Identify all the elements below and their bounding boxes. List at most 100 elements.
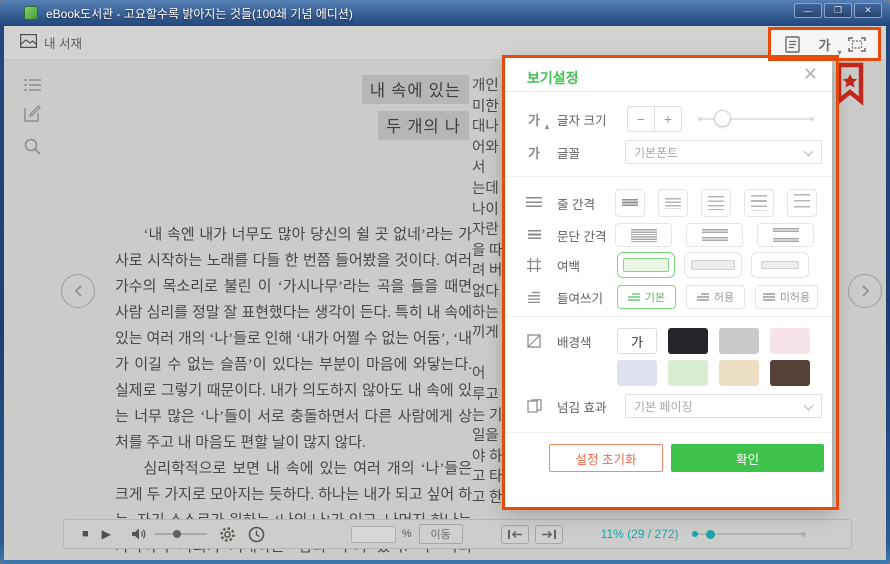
library-icon — [20, 34, 37, 51]
view-settings-icon[interactable]: 가▾ — [814, 33, 836, 55]
line-spacing-icon — [525, 197, 543, 210]
divider — [505, 432, 832, 433]
line-spacing-option-2[interactable] — [658, 189, 688, 217]
paragraph-spacing-option-2[interactable] — [686, 223, 743, 247]
background-swatch-7[interactable] — [719, 360, 759, 386]
next-page-button[interactable] — [848, 274, 882, 308]
text-line: 미한 — [472, 97, 503, 118]
close-window-button[interactable]: ✕ — [854, 3, 882, 18]
app-window: eBook도서관 - 고요할수록 밝아지는 것들(100쇄 기념 에디션) — … — [0, 0, 890, 564]
margin-option-3[interactable] — [751, 252, 809, 278]
margin-label: 여백 — [557, 256, 580, 275]
background-swatch-4[interactable] — [770, 328, 810, 354]
confirm-button[interactable]: 확인 — [671, 444, 824, 472]
page-effect-icon — [525, 399, 543, 413]
note-edit-icon[interactable] — [24, 104, 42, 122]
background-swatch-6[interactable] — [668, 360, 708, 386]
text-line: 나이 — [472, 200, 503, 221]
jump-back-button[interactable] — [501, 525, 529, 544]
font-family-icon: 가 — [525, 143, 543, 162]
background-color-icon — [525, 334, 543, 348]
line-spacing-option-3[interactable] — [701, 189, 731, 217]
text-line: 일을 — [472, 426, 503, 447]
goto-percent-input[interactable] — [351, 526, 396, 543]
margin-icon — [525, 258, 543, 272]
jump-forward-button[interactable] — [535, 525, 563, 544]
font-size-increase-button[interactable]: + — [654, 106, 682, 132]
background-swatch-2[interactable] — [668, 328, 708, 354]
page-effect-value: 기본 페이징 — [634, 398, 693, 415]
line-spacing-option-4[interactable] — [744, 189, 774, 217]
reading-note-icon[interactable] — [781, 33, 803, 55]
margin-option-1[interactable] — [617, 252, 675, 278]
font-family-value: 기본폰트 — [634, 144, 678, 161]
background-swatch-3[interactable] — [719, 328, 759, 354]
font-size-icon: 가▴ — [525, 110, 543, 129]
font-size-slider-thumb[interactable] — [714, 110, 731, 127]
font-family-select[interactable]: 기본폰트 — [625, 140, 822, 164]
progress-slider[interactable] — [693, 528, 805, 540]
search-icon[interactable] — [24, 138, 42, 156]
fullscreen-icon[interactable] — [846, 33, 868, 55]
right-page-text-fragments: 개인미한대나어와서는데나이자란을 따려 버없다하는끼게어루고는 기일을야 하고 … — [472, 76, 503, 508]
goto-button[interactable]: 이동 — [419, 524, 463, 544]
text-line: 루고 — [472, 385, 503, 406]
paragraph-spacing-option-3[interactable] — [757, 223, 814, 247]
text-line: 개인 — [472, 76, 503, 97]
bottom-toolbar: ■ ▶ % 이동 11% (29 / 272) — [63, 519, 852, 549]
window-title: eBook도서관 - 고요할수록 밝아지는 것들(100쇄 기념 에디션) — [46, 5, 353, 22]
close-panel-icon[interactable]: ✕ — [803, 64, 818, 85]
panel-header: 보기설정 ✕ — [505, 58, 832, 92]
paragraph-spacing-icon — [525, 230, 543, 241]
title-bar[interactable]: eBook도서관 - 고요할수록 밝아지는 것들(100쇄 기념 에디션) — … — [0, 0, 890, 26]
app-icon — [24, 6, 38, 20]
background-swatch-1[interactable]: 가 — [617, 328, 657, 354]
indent-option-allow[interactable]: 허용 — [686, 285, 745, 309]
font-glyph: 가 — [819, 35, 831, 54]
text-line: 없다 — [472, 282, 503, 303]
tts-stop-button[interactable]: ■ — [82, 528, 89, 540]
paragraph-spacing-option-1[interactable] — [615, 223, 672, 247]
font-size-decrease-button[interactable]: − — [627, 106, 655, 132]
paragraph-spacing-label: 문단 간격 — [557, 226, 606, 245]
divider — [505, 316, 832, 317]
chapter-title-line1: 내 속에 있는 — [362, 75, 469, 104]
font-size-stepper: − + — [627, 106, 682, 132]
text-line: 려 버 — [472, 261, 503, 282]
progress-start-dot — [692, 531, 698, 537]
font-size-label: 글자 크기 — [557, 110, 606, 129]
text-line: 는 기 — [472, 406, 503, 427]
line-spacing-option-5[interactable] — [787, 189, 817, 217]
text-line: 고 한 — [472, 488, 503, 509]
my-library-label: 내 서재 — [44, 33, 82, 52]
volume-slider-thumb[interactable] — [173, 530, 181, 538]
font-size-slider[interactable] — [698, 106, 814, 132]
my-library-button[interactable]: 내 서재 — [20, 33, 82, 52]
background-swatch-5[interactable] — [617, 360, 657, 386]
indent-label: 들여쓰기 — [557, 288, 603, 307]
indent-option-default[interactable]: 기본 — [617, 285, 676, 309]
view-settings-panel: 보기설정 ✕ 가▴ 글자 크기 − + — [505, 58, 832, 507]
progress-slider-thumb[interactable] — [706, 530, 715, 539]
text-line: 고 타 — [472, 467, 503, 488]
tts-settings-gear-icon[interactable] — [219, 526, 236, 543]
text-line: 을 따 — [472, 241, 503, 262]
background-swatch-8[interactable] — [770, 360, 810, 386]
prev-page-button[interactable] — [61, 274, 95, 308]
reading-timer-icon[interactable] — [248, 526, 265, 543]
reset-settings-button[interactable]: 설정 초기화 — [549, 444, 663, 472]
toc-icon[interactable] — [24, 78, 42, 96]
volume-icon[interactable] — [131, 527, 147, 541]
chevron-down-icon — [804, 401, 814, 411]
line-spacing-option-1[interactable] — [615, 189, 645, 217]
page-effect-select[interactable]: 기본 페이징 — [625, 394, 822, 418]
minimize-button[interactable]: — — [794, 3, 822, 18]
volume-slider[interactable] — [155, 529, 207, 539]
bookmark-icon[interactable] — [836, 62, 864, 106]
maximize-button[interactable]: ❒ — [824, 3, 852, 18]
progress-end-dot — [801, 532, 806, 537]
margin-option-2[interactable] — [684, 252, 742, 278]
indent-option-disallow[interactable]: 미허용 — [755, 285, 818, 309]
tts-play-button[interactable]: ▶ — [102, 527, 111, 541]
chapter-title: 내 속에 있는 두 개의 나 — [254, 75, 469, 147]
